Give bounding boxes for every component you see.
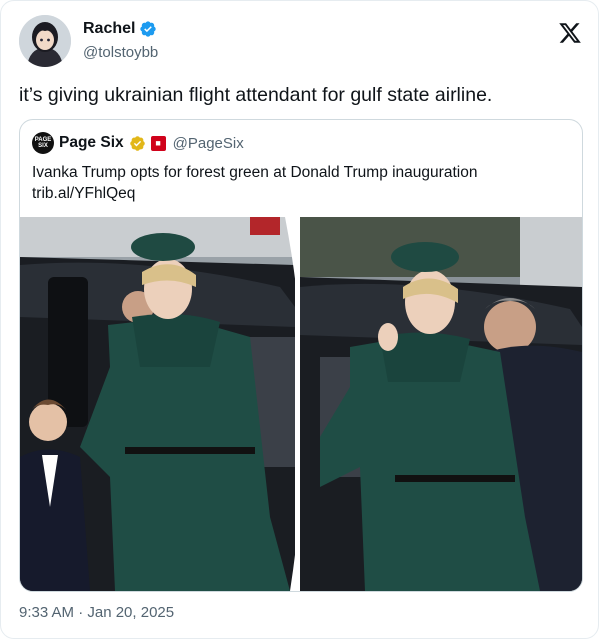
- quoted-header: PAGE SIX Page Six ■ @PageSix: [32, 132, 244, 154]
- quoted-author-handle[interactable]: @PageSix: [173, 135, 244, 152]
- affiliate-badge-icon: ■: [150, 135, 166, 151]
- tweet-header: Rachel @tolstoybb: [19, 15, 584, 67]
- quoted-media-photos[interactable]: [20, 217, 582, 591]
- tweet-timestamp[interactable]: 9:33 AM · Jan 20, 2025: [19, 604, 174, 621]
- quoted-tweet[interactable]: PAGE SIX Page Six ■ @PageSix Ivanka Trum…: [19, 119, 583, 592]
- gold-verified-badge-icon: [129, 135, 146, 152]
- quoted-avatar[interactable]: PAGE SIX: [32, 132, 54, 154]
- verified-badge-icon: [139, 20, 157, 38]
- tweet-card: Rachel @tolstoybb it’s giving ukrainian …: [0, 0, 599, 639]
- avatar[interactable]: [19, 15, 71, 67]
- author-handle[interactable]: @tolstoybb: [83, 44, 158, 61]
- author-name[interactable]: Rachel: [83, 19, 135, 39]
- quoted-link[interactable]: trib.al/YFhlQeq: [32, 183, 477, 204]
- photo-left: [20, 217, 304, 591]
- tweet-text: it’s giving ukrainian flight attendant f…: [19, 84, 493, 106]
- quoted-text: Ivanka Trump opts for forest green at Do…: [32, 162, 477, 204]
- quoted-headline: Ivanka Trump opts for forest green at Do…: [32, 164, 478, 181]
- photo-right: [300, 217, 582, 591]
- quoted-author-name[interactable]: Page Six: [59, 134, 124, 152]
- x-logo-icon[interactable]: [558, 21, 582, 45]
